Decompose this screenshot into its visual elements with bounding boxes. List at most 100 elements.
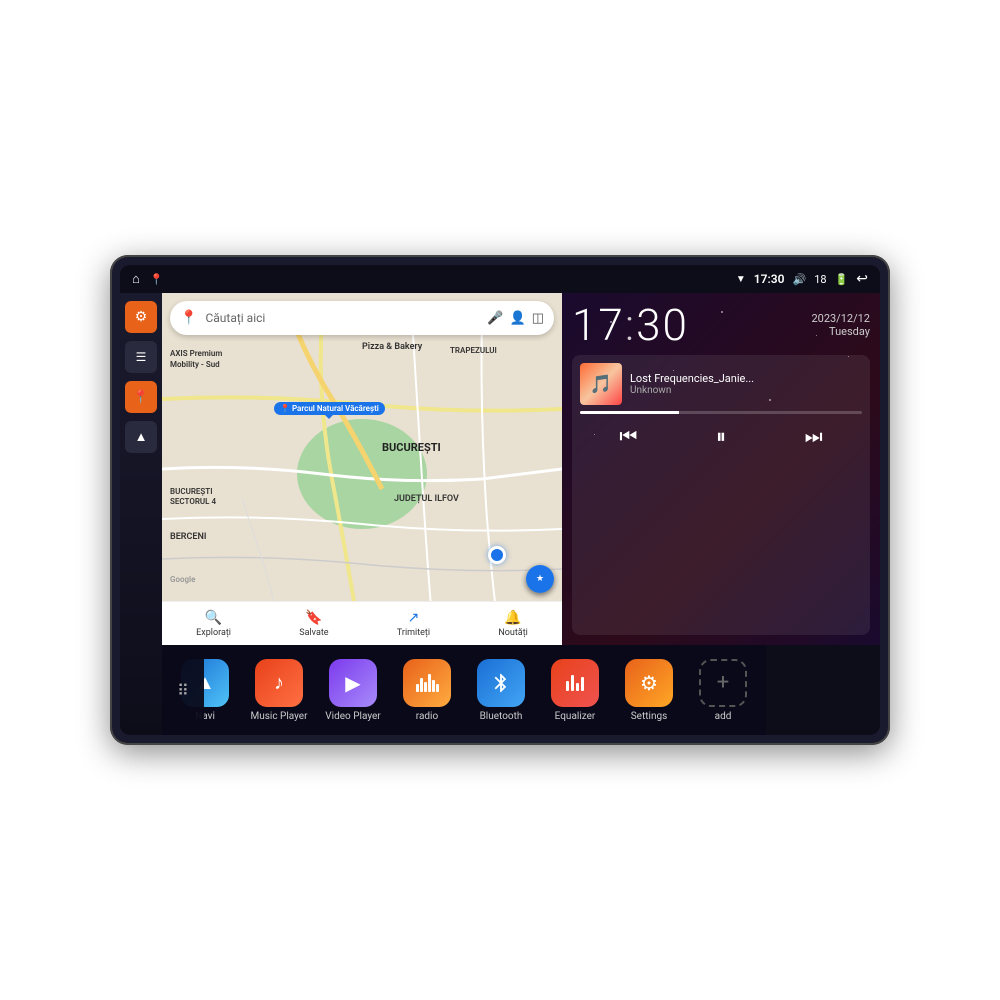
battery-level: 18	[814, 273, 826, 286]
battery-icon: 🔋	[835, 273, 849, 286]
clock-display: 17:30	[572, 303, 689, 347]
app-radio[interactable]: radio	[392, 659, 462, 722]
app-equalizer[interactable]: Equalizer	[540, 659, 610, 722]
time-separator: :	[625, 299, 636, 351]
app-label-5: Equalizer	[555, 711, 596, 722]
map-pin-sidebar-icon: 📍	[133, 390, 149, 405]
app-icon-3	[403, 659, 451, 707]
song-artist: Unknown	[630, 385, 862, 396]
map-news-btn[interactable]: 🔔 Noutăți	[498, 610, 528, 638]
app-label-7: add	[715, 711, 732, 722]
map-label-bucuresti: BUCUREȘTI	[382, 441, 441, 454]
search-placeholder-text: Căutați aici	[205, 311, 479, 325]
google-maps-icon: 📍	[180, 310, 197, 326]
app-grid-row: ▲Navi♪Music Player▶Video PlayerradioBlue…	[162, 645, 880, 735]
map-label-sector4: BUCUREȘTISECTORUL 4	[170, 487, 216, 508]
saved-label: Salvate	[299, 628, 328, 638]
map-label-google: Google	[170, 575, 195, 584]
nav-icon: ▲	[135, 429, 148, 445]
app-icon-1: ♪	[255, 659, 303, 707]
explore-label: Explorați	[196, 628, 231, 638]
app-icon-5	[551, 659, 599, 707]
map-canvas: 📍 Parcul Natural Văcărești AXIS PremiumM…	[162, 293, 562, 645]
app-label-6: Settings	[631, 711, 668, 722]
app-video-player[interactable]: ▶ Video Player	[318, 659, 388, 722]
map-label-berceni: BERCENI	[170, 532, 206, 542]
prev-btn[interactable]: ⏮	[611, 420, 645, 452]
sidebar-nav-btn[interactable]: ▲	[125, 421, 157, 453]
music-widget: 🎵 Lost Frequencies_Janie... Unknown	[572, 355, 870, 635]
map-bottom-bar: 🔍 Explorați 🔖 Salvate ↗ Trimiteți	[162, 601, 562, 645]
status-right: ▼ 17:30 🔊 18 🔋 ↩	[736, 271, 868, 287]
profile-icon[interactable]: 👤	[510, 311, 526, 326]
day-display: Tuesday	[811, 325, 870, 338]
menu-icon: ☰	[136, 350, 147, 364]
status-left: ⌂ 📍	[132, 271, 164, 287]
album-art: 🎵	[580, 363, 622, 405]
send-label: Trimiteți	[397, 628, 430, 638]
volume-icon: 🔊	[792, 273, 806, 286]
time-minutes: 30	[636, 299, 689, 351]
app-bluetooth[interactable]: Bluetooth	[466, 659, 536, 722]
sidebar-settings-btn[interactable]: ⚙	[125, 301, 157, 333]
map-search-bar[interactable]: 📍 Căutați aici 🎤 👤 ◫	[170, 301, 554, 335]
map-label-pizza: Pizza & Bakery	[362, 342, 422, 352]
app-icon-7: +	[699, 659, 747, 707]
back-icon[interactable]: ↩	[856, 271, 868, 287]
mic-icon[interactable]: 🎤	[487, 311, 503, 326]
map-label-trapez: TRAPEZULUI	[450, 346, 497, 355]
main-content: ⚙ ☰ 📍 ▲	[120, 293, 880, 735]
app-grid: ▲Navi♪Music Player▶Video PlayerradioBlue…	[162, 645, 766, 735]
map-marker-parcul: 📍 Parcul Natural Văcărești	[274, 402, 385, 415]
map-label-ilfov: JUDEȚUL ILFOV	[394, 494, 459, 504]
app-icon-4	[477, 659, 525, 707]
nav-dot	[488, 546, 506, 564]
app-label-2: Video Player	[325, 711, 380, 722]
app-label-1: Music Player	[250, 711, 307, 722]
status-bar: ⌂ 📍 ▼ 17:30 🔊 18 🔋 ↩	[120, 265, 880, 293]
music-text: Lost Frequencies_Janie... Unknown	[630, 372, 862, 396]
sidebar-maps-btn[interactable]: 📍	[125, 381, 157, 413]
app-label-4: Bluetooth	[480, 711, 523, 722]
pause-btn[interactable]: ⏸	[708, 420, 734, 452]
grid-sidebar: ⠿	[162, 645, 204, 735]
app-label-3: radio	[416, 711, 438, 722]
status-time: 17:30	[754, 272, 785, 286]
wifi-icon: ▼	[736, 274, 746, 285]
map-explore-btn[interactable]: 🔍 Explorați	[196, 610, 231, 638]
right-panel: 17:30 2023/12/12 Tuesday 🎵	[562, 293, 880, 645]
maps-status-icon[interactable]: 📍	[150, 273, 164, 286]
map-send-btn[interactable]: ↗ Trimiteți	[397, 610, 430, 638]
grid-dots-icon[interactable]: ⠿	[177, 681, 189, 700]
app-music-player[interactable]: ♪ Music Player	[244, 659, 314, 722]
date-section: 2023/12/12 Tuesday	[811, 312, 870, 338]
next-btn[interactable]: ⏭	[797, 420, 831, 452]
settings-icon: ⚙	[135, 309, 148, 325]
news-label: Noutăți	[498, 628, 528, 638]
map-label-axis: AXIS PremiumMobility - Sud	[170, 349, 222, 370]
app-icon-6: ⚙	[625, 659, 673, 707]
saved-icon: 🔖	[305, 610, 322, 626]
app-add[interactable]: + add	[688, 659, 758, 722]
time-hours: 17	[572, 299, 625, 351]
top-row: 📍 Parcul Natural Văcărești AXIS PremiumM…	[162, 293, 880, 645]
send-icon: ↗	[408, 610, 420, 626]
progress-bar[interactable]	[580, 411, 862, 414]
center-area: 📍 Parcul Natural Văcărești AXIS PremiumM…	[162, 293, 880, 735]
map-saved-btn[interactable]: 🔖 Salvate	[299, 610, 328, 638]
music-controls: ⏮ ⏸ ⏭	[580, 420, 862, 452]
progress-fill	[580, 411, 679, 414]
date-display: 2023/12/12	[811, 312, 870, 325]
map-fab[interactable]: ★	[526, 565, 554, 593]
explore-icon: 🔍	[205, 610, 222, 626]
sidebar-menu-btn[interactable]: ☰	[125, 341, 157, 373]
song-title: Lost Frequencies_Janie...	[630, 372, 862, 385]
map-section[interactable]: 📍 Parcul Natural Văcărești AXIS PremiumM…	[162, 293, 562, 645]
time-section: 17:30 2023/12/12 Tuesday	[572, 303, 870, 347]
home-icon[interactable]: ⌂	[132, 271, 140, 287]
map-search-icons: 🎤 👤 ◫	[487, 311, 544, 326]
app-settings[interactable]: ⚙ Settings	[614, 659, 684, 722]
app-icon-2: ▶	[329, 659, 377, 707]
sidebar: ⚙ ☰ 📍 ▲	[120, 293, 162, 735]
layers-icon[interactable]: ◫	[532, 311, 544, 326]
